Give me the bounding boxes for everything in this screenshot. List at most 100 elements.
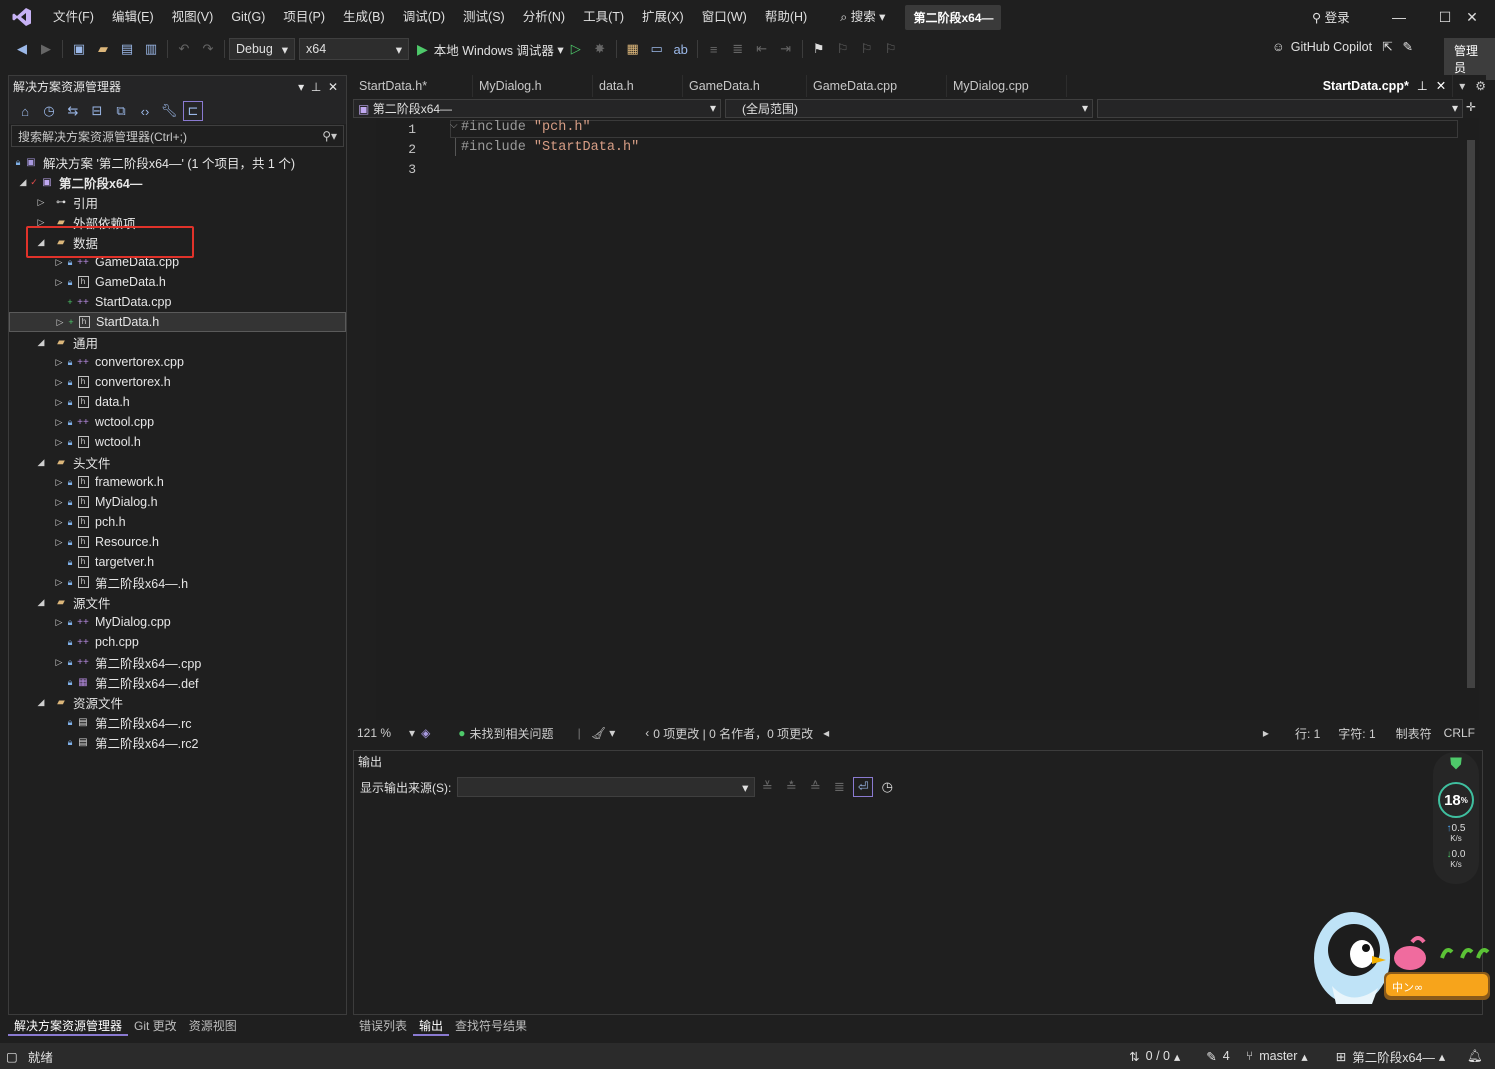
- repo-name[interactable]: 第二阶段x64—: [1352, 1047, 1435, 1066]
- comment-icon[interactable]: ≡: [704, 39, 724, 59]
- menu-item[interactable]: 编辑(E): [103, 0, 163, 34]
- menu-item[interactable]: 视图(V): [163, 0, 223, 34]
- pencil-icon[interactable]: ✎: [1206, 1049, 1216, 1064]
- expand-arrow-icon[interactable]: ◢: [35, 457, 47, 468]
- expand-arrow-icon[interactable]: ▷: [53, 397, 65, 408]
- goto-prev-message-icon[interactable]: ≚: [757, 777, 777, 797]
- goto-next-message-icon[interactable]: ≛: [781, 777, 801, 797]
- member-nav-select[interactable]: ▾: [1097, 98, 1463, 118]
- pending-changes-icon[interactable]: ◷: [39, 101, 59, 121]
- settings-icon[interactable]: ⚙: [1475, 79, 1486, 93]
- tab-active[interactable]: StartData.cpp* ⊥ ✕: [1316, 75, 1454, 97]
- edits-count[interactable]: 4: [1223, 1049, 1230, 1063]
- menu-item[interactable]: 帮助(H): [756, 0, 816, 34]
- bottom-tab[interactable]: 错误列表: [353, 1016, 413, 1036]
- tree-item[interactable]: ◢ ▰ 头文件: [9, 452, 346, 472]
- code-cleanup-icon[interactable]: 🧹︎ ▾: [591, 726, 616, 740]
- tree-item[interactable]: ▷ ⊶ 引用: [9, 192, 346, 212]
- branch-icon[interactable]: ⑂: [1246, 1049, 1254, 1063]
- start-debugging-button[interactable]: ▶ 本地 Windows 调试器 ▾: [417, 40, 564, 59]
- collapse-all-icon[interactable]: ⊟: [87, 101, 107, 121]
- tree-item[interactable]: ▷ 🔒︎ ++ 第二阶段x64—.cpp: [9, 652, 346, 672]
- tree-item[interactable]: ▷ 🔒︎ h framework.h: [9, 472, 346, 492]
- code-line[interactable]: #include "pch.h": [461, 120, 591, 135]
- menu-item[interactable]: 分析(N): [514, 0, 574, 34]
- save-icon[interactable]: ▤: [117, 39, 137, 59]
- expand-arrow-icon[interactable]: ▷: [53, 517, 65, 528]
- platform-select[interactable]: x64 ▾: [299, 38, 409, 60]
- menu-item[interactable]: 窗口(W): [693, 0, 756, 34]
- configuration-select[interactable]: Debug ▾: [229, 38, 295, 60]
- project-nav-select[interactable]: ▣ 第二阶段x64— ▾: [353, 98, 721, 118]
- expand-arrow-icon[interactable]: ▷: [53, 377, 65, 388]
- tab-document[interactable]: MyDialog.cpp: [947, 75, 1067, 97]
- expand-arrow-icon[interactable]: ▷: [53, 417, 65, 428]
- bottom-tab[interactable]: 输出: [413, 1016, 450, 1036]
- switch-views-icon[interactable]: ⌂: [15, 101, 35, 121]
- expand-arrow-icon[interactable]: ▷: [35, 197, 47, 208]
- sync-icon[interactable]: ⇅: [1129, 1049, 1139, 1064]
- intellicode-icon[interactable]: ◈: [421, 726, 430, 740]
- word-wrap-icon[interactable]: ⏎: [853, 777, 874, 797]
- network-meter-widget[interactable]: ⛊ 18% ↑0.5 K/s ↓0.0 K/s: [1433, 752, 1479, 884]
- prev-bookmark-icon[interactable]: ⚐: [833, 39, 853, 59]
- sign-in-button[interactable]: ⚲ 登录: [1312, 7, 1350, 26]
- show-all-files-icon[interactable]: ⧉: [111, 101, 131, 121]
- menu-item[interactable]: Git(G): [222, 0, 274, 34]
- tree-item[interactable]: ▷ 🔒︎ h 第二阶段x64—.h: [9, 572, 346, 592]
- uncomment-icon[interactable]: ≣: [728, 39, 748, 59]
- bookmark-icon[interactable]: ⚑: [809, 39, 829, 59]
- tree-item[interactable]: 🔒︎ h targetver.h: [9, 552, 346, 572]
- github-copilot-button[interactable]: ☺ GitHub Copilot ⇱ ✎: [1272, 39, 1413, 55]
- vertical-scrollbar[interactable]: [1463, 118, 1479, 720]
- start-without-debugging-icon[interactable]: ▷: [566, 39, 586, 59]
- tree-item[interactable]: 🔒︎ ▦ 第二阶段x64—.def: [9, 672, 346, 692]
- tab-document[interactable]: StartData.h*: [353, 75, 473, 97]
- code-editor[interactable]: [376, 118, 1463, 720]
- forward-icon[interactable]: ▶: [36, 39, 56, 59]
- solution-search-input[interactable]: 搜索解决方案资源管理器(Ctrl+;) ⚲▾: [11, 125, 344, 147]
- tree-item[interactable]: ▷ 🔒︎ h convertorex.h: [9, 372, 346, 392]
- tree-item[interactable]: ▷ 🔒︎ h wctool.h: [9, 432, 346, 452]
- tree-item[interactable]: 🔒︎ ▤ 第二阶段x64—.rc: [9, 712, 346, 732]
- zoom-level[interactable]: 121 %: [357, 726, 391, 740]
- close-tab-icon[interactable]: ✕: [1436, 75, 1446, 97]
- solution-name-chip[interactable]: 第二阶段x64—: [905, 4, 1002, 30]
- tab-document[interactable]: MyDialog.h: [473, 75, 593, 97]
- split-icon[interactable]: ✛: [1466, 100, 1476, 114]
- properties-icon[interactable]: 🔧︎: [159, 101, 179, 121]
- save-all-icon[interactable]: ▥: [141, 39, 161, 59]
- collapse-icon[interactable]: ⌵: [450, 120, 458, 131]
- menu-item[interactable]: 项目(P): [274, 0, 334, 34]
- project-node[interactable]: ◢ ✓ ▣ 第二阶段x64—: [9, 172, 346, 192]
- pin-icon[interactable]: ⊥: [1417, 75, 1428, 97]
- scope-nav-select[interactable]: (全局范围) ▾: [725, 98, 1093, 118]
- redo-icon[interactable]: ↷: [198, 39, 218, 59]
- tree-item[interactable]: ◢ ▰ 通用: [9, 332, 346, 352]
- tree-item[interactable]: 🔒︎ ++ pch.cpp: [9, 632, 346, 652]
- pin-icon[interactable]: ⊥: [311, 80, 321, 94]
- expand-arrow-icon[interactable]: ▷: [53, 437, 65, 448]
- bottom-tab[interactable]: 资源视图: [183, 1016, 243, 1036]
- expand-arrow-icon[interactable]: ◢: [17, 177, 29, 188]
- expand-arrow-icon[interactable]: ▷: [53, 357, 65, 368]
- expand-arrow-icon[interactable]: ◢: [35, 697, 47, 708]
- chevron-down-icon[interactable]: ▾: [409, 726, 415, 740]
- output-window-icon[interactable]: ▢: [6, 1049, 18, 1064]
- prev-change-icon[interactable]: ‹: [645, 726, 649, 740]
- indent-icon[interactable]: ⇥: [776, 39, 796, 59]
- minimize-icon[interactable]: —: [1376, 0, 1422, 34]
- tree-item[interactable]: 🔒︎ ▤ 第二阶段x64—.rc2: [9, 732, 346, 752]
- tab-overflow-icon[interactable]: ▾: [1459, 79, 1465, 93]
- expand-arrow-icon[interactable]: ▷: [53, 657, 65, 668]
- menu-item[interactable]: 文件(F): [44, 0, 103, 34]
- tree-item[interactable]: ▷ 🔒︎ ++ wctool.cpp: [9, 412, 346, 432]
- tree-item[interactable]: ▷ 🔒︎ h pch.h: [9, 512, 346, 532]
- spellcheck-icon[interactable]: ab: [671, 39, 691, 59]
- preview-icon[interactable]: ⊏: [183, 101, 203, 121]
- changes-status[interactable]: 0 项更改 | 0 名作者，0 项更改: [653, 725, 813, 742]
- solution-folder-icon[interactable]: ▦: [623, 39, 643, 59]
- sync-icon[interactable]: ⇆: [63, 101, 83, 121]
- scroll-right-icon[interactable]: ▸: [1263, 726, 1269, 740]
- dropdown-icon[interactable]: ▾: [298, 80, 304, 94]
